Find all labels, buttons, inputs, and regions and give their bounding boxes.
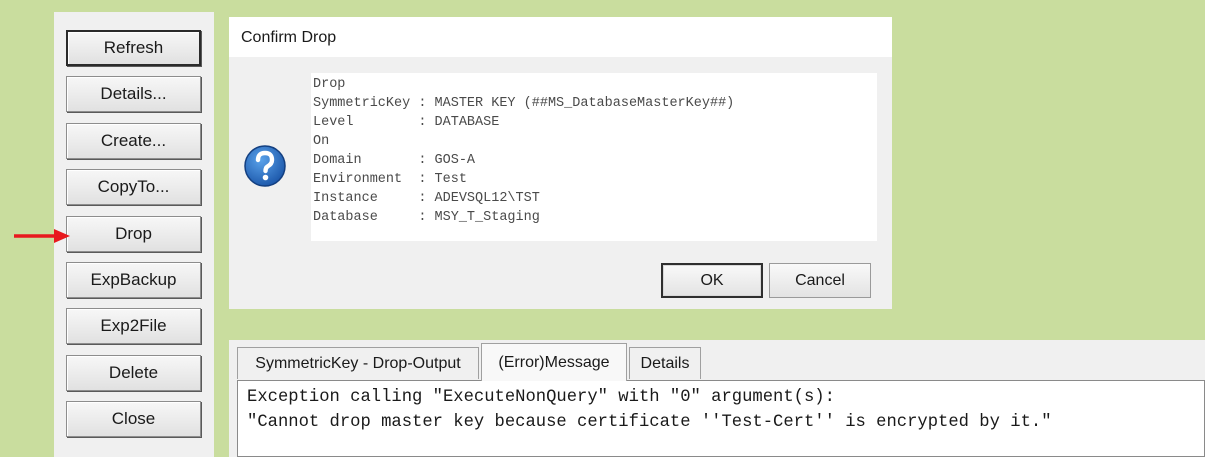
output-panel: SymmetricKey - Drop-Output (Error)Messag… <box>229 340 1205 457</box>
dialog-titlebar: Confirm Drop <box>229 17 892 57</box>
dialog-message: Drop SymmetricKey : MASTER KEY (##MS_Dat… <box>311 73 877 241</box>
message-line: Drop <box>313 77 346 92</box>
action-panel: Refresh Details... Create... CopyTo... D… <box>54 12 214 457</box>
message-line: Level : DATABASE <box>313 115 500 130</box>
expbackup-button[interactable]: ExpBackup <box>66 262 201 298</box>
message-line: Domain : GOS-A <box>313 153 476 168</box>
exp2file-button[interactable]: Exp2File <box>66 308 201 344</box>
ok-button[interactable]: OK <box>661 263 763 298</box>
message-line: Database : MSY_T_Staging <box>313 210 540 225</box>
error-line: "Cannot drop master key because certific… <box>247 413 1052 432</box>
dialog-title: Confirm Drop <box>241 29 337 46</box>
confirm-drop-dialog: Confirm Drop Drop SymmetricKey : MASTER … <box>229 17 892 309</box>
tab-details[interactable]: Details <box>629 347 701 379</box>
copyto-button[interactable]: CopyTo... <box>66 169 201 205</box>
message-line: On <box>313 134 330 149</box>
close-button[interactable]: Close <box>66 401 201 437</box>
error-output-text[interactable]: Exception calling "ExecuteNonQuery" with… <box>237 380 1205 457</box>
question-icon <box>244 145 286 187</box>
details-button[interactable]: Details... <box>66 76 201 112</box>
drop-button[interactable]: Drop <box>66 216 201 252</box>
cancel-button[interactable]: Cancel <box>769 263 871 298</box>
refresh-button[interactable]: Refresh <box>66 30 201 66</box>
tab-error-message[interactable]: (Error)Message <box>481 343 627 381</box>
delete-button[interactable]: Delete <box>66 355 201 391</box>
red-arrow-icon <box>14 229 70 243</box>
create-button[interactable]: Create... <box>66 123 201 159</box>
tab-drop-output[interactable]: SymmetricKey - Drop-Output <box>237 347 479 379</box>
error-line: Exception calling "ExecuteNonQuery" with… <box>247 388 835 407</box>
message-line: Environment : Test <box>313 172 467 187</box>
message-line: Instance : ADEVSQL12\TST <box>313 191 540 206</box>
message-line: SymmetricKey : MASTER KEY (##MS_Database… <box>313 96 735 111</box>
